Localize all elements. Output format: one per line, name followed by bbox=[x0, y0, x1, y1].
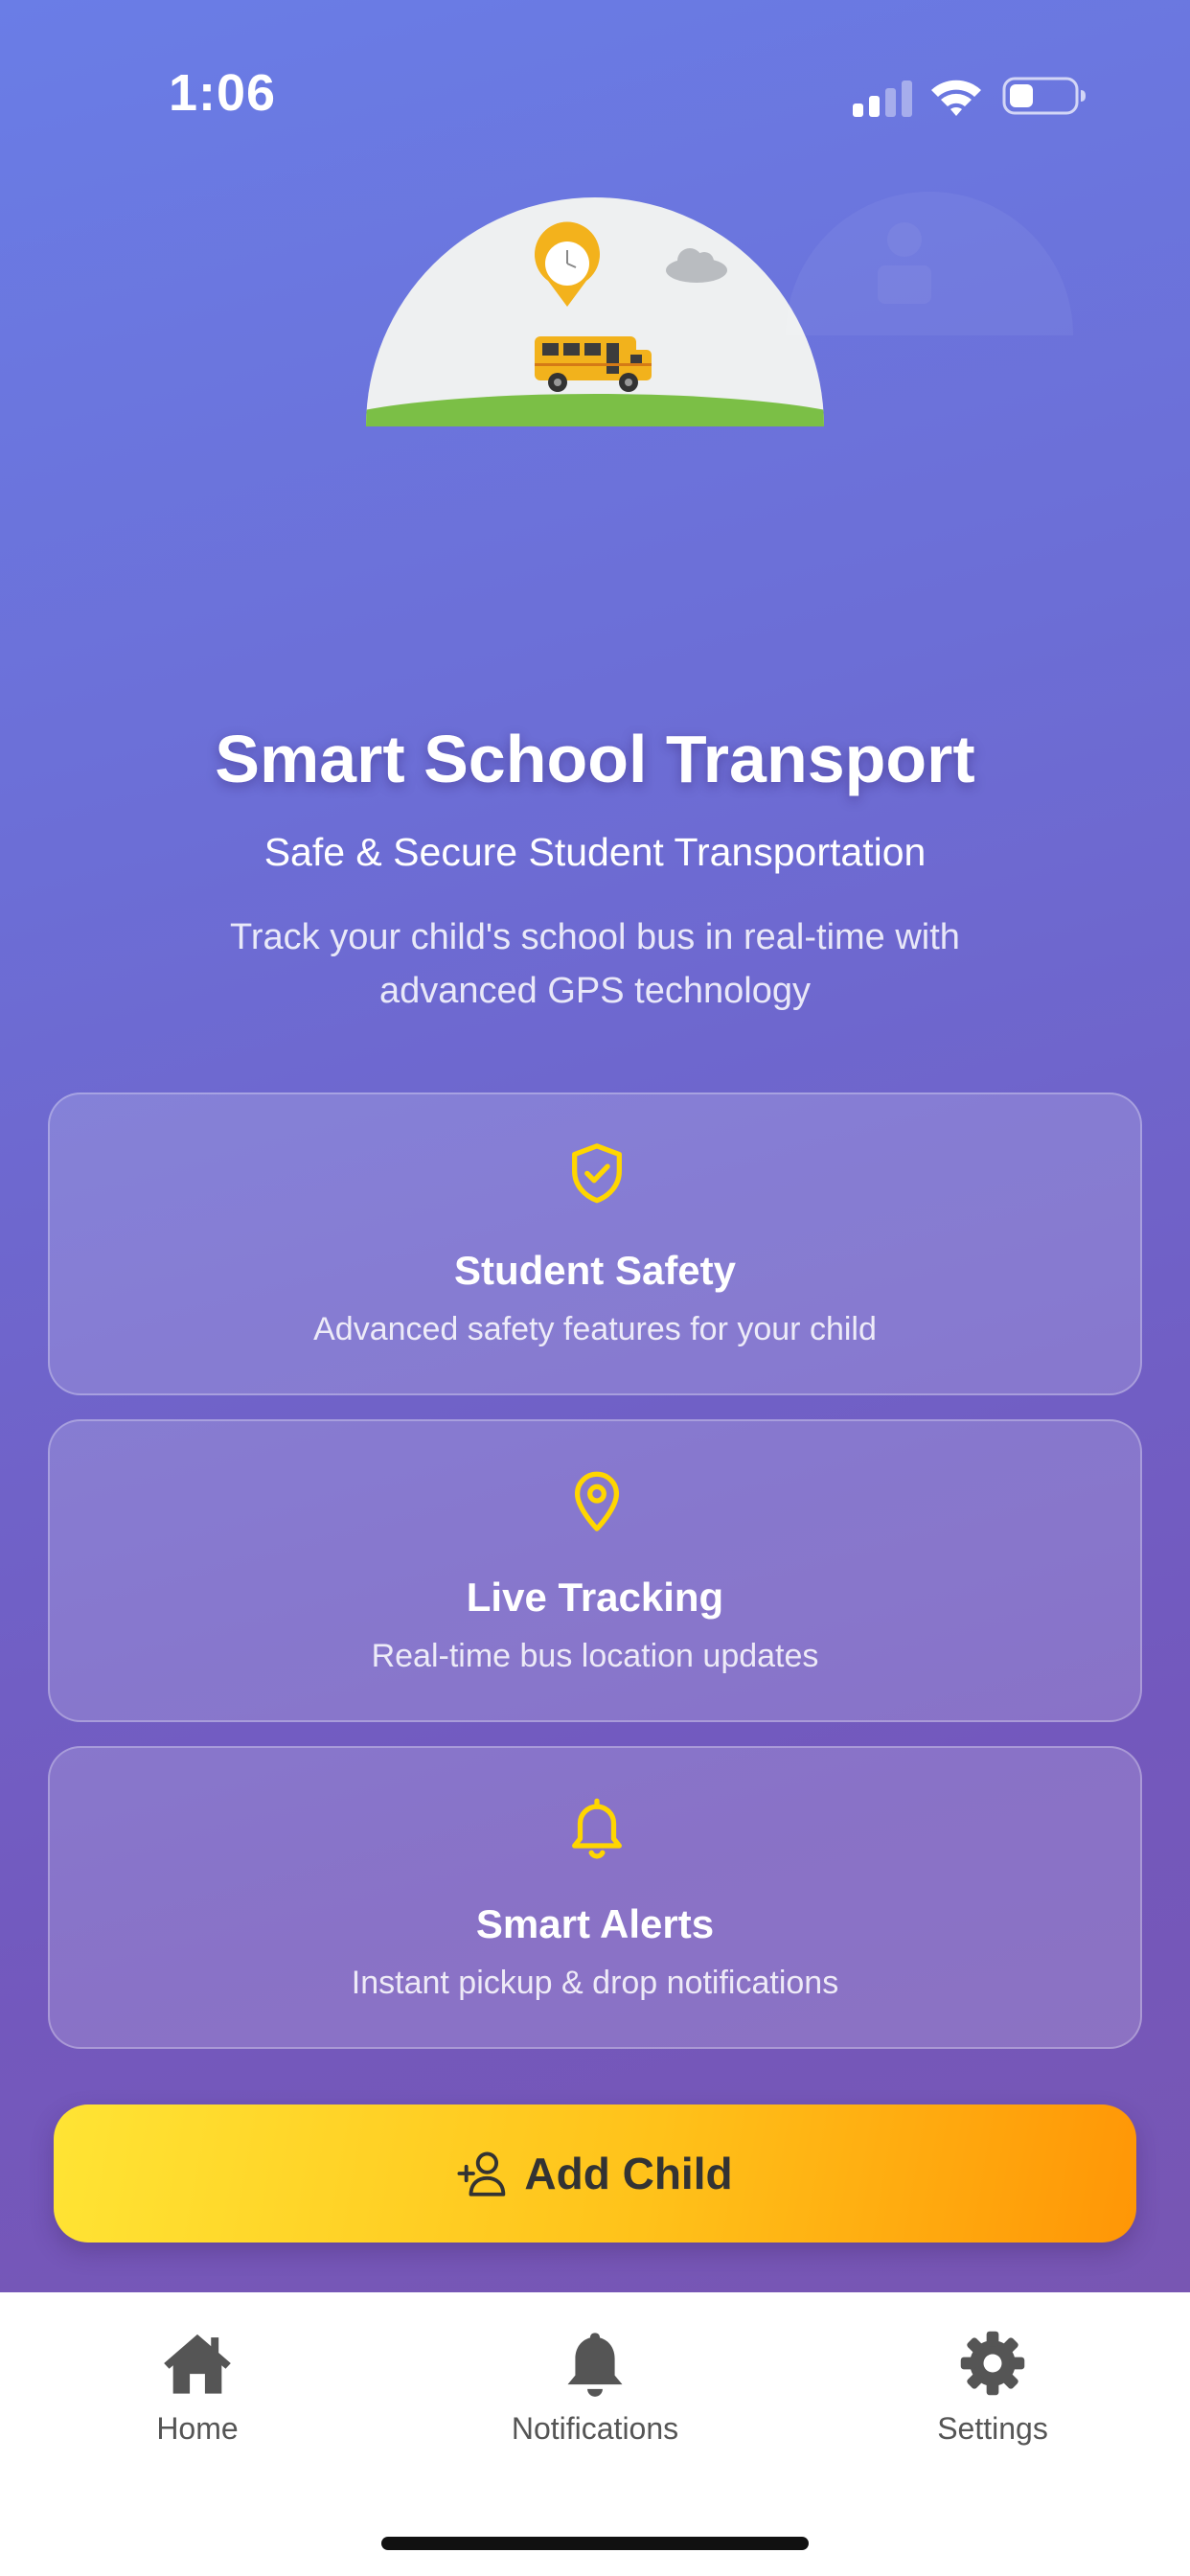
feature-description: Advanced safety features for your child bbox=[313, 1311, 877, 1347]
feature-title: Smart Alerts bbox=[475, 1901, 715, 1946]
add-child-label: Add Child bbox=[524, 2149, 733, 2198]
battery-icon bbox=[1002, 77, 1086, 115]
bell-icon bbox=[567, 2333, 623, 2397]
bottom-tab-bar: Home Notifications Settings bbox=[0, 2292, 1190, 2576]
feature-card-student-safety: Student Safety Advanced safety features … bbox=[48, 1092, 1142, 1395]
tab-settings[interactable]: Settings bbox=[849, 2327, 1136, 2451]
location-pin-icon bbox=[574, 1471, 620, 1531]
tab-notifications-label: Notifications bbox=[511, 2411, 679, 2446]
decorative-illustration-icon bbox=[786, 192, 1073, 335]
tab-notifications[interactable]: Notifications bbox=[451, 2327, 739, 2451]
home-icon bbox=[164, 2334, 231, 2394]
add-user-icon bbox=[457, 2151, 506, 2196]
feature-card-smart-alerts: Smart Alerts Instant pickup & drop notif… bbox=[48, 1746, 1142, 2049]
page-title: Smart School Transport bbox=[215, 722, 975, 796]
home-indicator[interactable] bbox=[381, 2537, 809, 2550]
tab-home[interactable]: Home bbox=[54, 2327, 341, 2451]
feature-title: Student Safety bbox=[453, 1248, 737, 1293]
school-bus-illustration bbox=[366, 197, 824, 426]
page-subtitle: Safe & Secure Student Transportation bbox=[263, 830, 927, 874]
shield-check-icon bbox=[572, 1143, 622, 1204]
feature-description: Real-time bus location updates bbox=[371, 1638, 819, 1674]
add-child-button[interactable]: Add Child bbox=[54, 2104, 1136, 2242]
tab-home-label: Home bbox=[156, 2411, 239, 2446]
tab-settings-label: Settings bbox=[937, 2411, 1048, 2446]
status-time: 1:06 bbox=[169, 64, 277, 122]
gear-icon bbox=[960, 2331, 1025, 2396]
status-bar: 1:06 bbox=[0, 0, 1190, 192]
feature-title: Live Tracking bbox=[466, 1575, 724, 1620]
wifi-icon bbox=[931, 80, 981, 116]
feature-card-live-tracking: Live Tracking Real-time bus location upd… bbox=[48, 1419, 1142, 1722]
page-description: Track your child's school bus in real-ti… bbox=[230, 917, 960, 1011]
bell-icon bbox=[572, 1798, 622, 1859]
cellular-signal-icon bbox=[853, 80, 912, 117]
feature-description: Instant pickup & drop notifications bbox=[351, 1965, 839, 2001]
